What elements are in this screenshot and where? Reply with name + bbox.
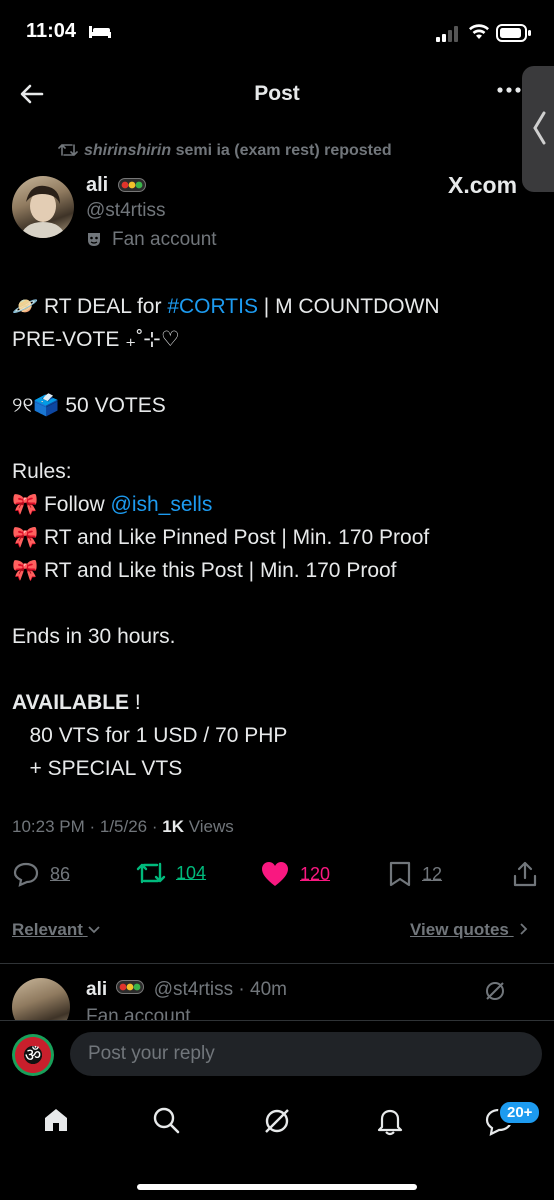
traffic-light-emoji-icon	[116, 980, 145, 994]
heart-icon	[262, 862, 288, 886]
repost-icon	[136, 862, 166, 884]
rule-item: 🎀 RT and Like Pinned Post | Min. 170 Pro…	[12, 526, 430, 549]
share-icon	[513, 861, 537, 887]
bookmark-count: 12	[422, 863, 443, 884]
page-title: Post	[254, 82, 300, 105]
share-button[interactable]	[512, 860, 538, 888]
home-tab[interactable]	[42, 1106, 70, 1134]
chevron-right-icon	[519, 923, 527, 935]
divider	[0, 963, 554, 964]
messages-badge: 20+	[498, 1100, 542, 1125]
author-handle[interactable]: @st4rtiss	[86, 200, 165, 222]
post-line: + SPECIAL VTS	[12, 757, 183, 780]
reply-header[interactable]: ali @st4rtiss · 40m	[86, 979, 287, 1001]
post-date: 1/5/26	[99, 817, 148, 836]
bookmark-icon	[389, 861, 411, 887]
notifications-tab[interactable]	[376, 1106, 404, 1136]
avatar[interactable]	[12, 176, 74, 238]
reply-count: 86	[50, 863, 71, 884]
sleep-mode-icon	[88, 24, 112, 40]
reply-author-name: ali	[86, 979, 108, 1000]
reply-button[interactable]: 86	[12, 860, 70, 888]
reply-input[interactable]: Post your reply	[70, 1032, 542, 1076]
rule-item: 🎀 RT and Like this Post | Min. 170 Proof	[12, 559, 397, 582]
view-quotes-link[interactable]: View quotes	[410, 920, 528, 940]
reply-age: 40m	[250, 979, 288, 1000]
wifi-icon	[468, 23, 490, 41]
repost-button[interactable]: 104	[136, 860, 206, 886]
fan-account-label: Fan account	[86, 229, 217, 251]
post-time: 10:23 PM	[12, 817, 85, 836]
views-count[interactable]: 1K	[162, 817, 184, 836]
grok-icon[interactable]	[484, 980, 506, 1002]
battery-icon	[496, 23, 532, 43]
x-watermark: X.com	[448, 172, 518, 198]
like-button[interactable]: 120	[260, 860, 330, 888]
edge-panel-handle[interactable]	[522, 66, 554, 192]
repost-count: 104	[176, 862, 207, 883]
sort-relevant-dropdown[interactable]: Relevant	[12, 920, 100, 940]
reply-icon	[13, 862, 39, 887]
post-line: 🪐 RT DEAL for #CORTIS | M COUNTDOWN	[12, 295, 440, 318]
post-line: ୨୧🗳️ 50 VOTES	[12, 394, 166, 417]
search-icon	[153, 1107, 180, 1134]
post-line: Ends in 30 hours.	[12, 625, 176, 648]
repost-label: semi ia (exam rest) reposted	[171, 142, 392, 159]
traffic-light-emoji-icon	[118, 178, 146, 192]
like-count: 120	[300, 863, 331, 884]
fan-account-text: Fan account	[112, 229, 217, 250]
rule-item: 🎀 Follow @ish_sells	[12, 493, 213, 516]
repost-context[interactable]: shirinshirin semi ia (exam rest) reposte…	[58, 142, 392, 160]
theater-masks-icon	[88, 233, 100, 246]
home-icon	[45, 1109, 67, 1131]
hashtag-link[interactable]: #CORTIS	[167, 295, 258, 318]
bookmark-button[interactable]: 12	[388, 860, 442, 888]
author-display-name[interactable]: ali	[86, 174, 108, 197]
post-meta: 10:23 PM · 1/5/26 · 1K Views	[12, 817, 234, 836]
search-tab[interactable]	[152, 1106, 180, 1134]
home-indicator[interactable]	[137, 1184, 417, 1190]
bell-icon	[377, 1109, 403, 1136]
repost-icon	[58, 143, 78, 157]
rules-title: Rules:	[12, 460, 72, 483]
views-label: Views	[188, 817, 234, 836]
post-line: PRE-VOTE ₊˚⊹♡	[12, 328, 180, 351]
cellular-signal-icon	[436, 26, 460, 42]
status-time: 11:04	[26, 20, 77, 42]
more-options-icon[interactable]	[496, 86, 522, 94]
post-line: 80 VTS for 1 USD / 70 PHP	[12, 724, 288, 747]
grok-tab[interactable]	[262, 1106, 292, 1136]
mention-link[interactable]: @ish_sells	[111, 493, 213, 516]
reply-author-handle: @st4rtiss	[153, 979, 234, 1000]
reposter-name: shirinshirin	[84, 142, 172, 159]
current-user-avatar[interactable]: ॐ	[12, 1034, 54, 1076]
chevron-down-icon	[87, 926, 100, 934]
post-line: AVAILABLE !	[12, 691, 141, 714]
grok-icon	[265, 1109, 289, 1133]
post-body: 🪐 RT DEAL for #CORTIS | M COUNTDOWN PRE-…	[12, 290, 542, 785]
